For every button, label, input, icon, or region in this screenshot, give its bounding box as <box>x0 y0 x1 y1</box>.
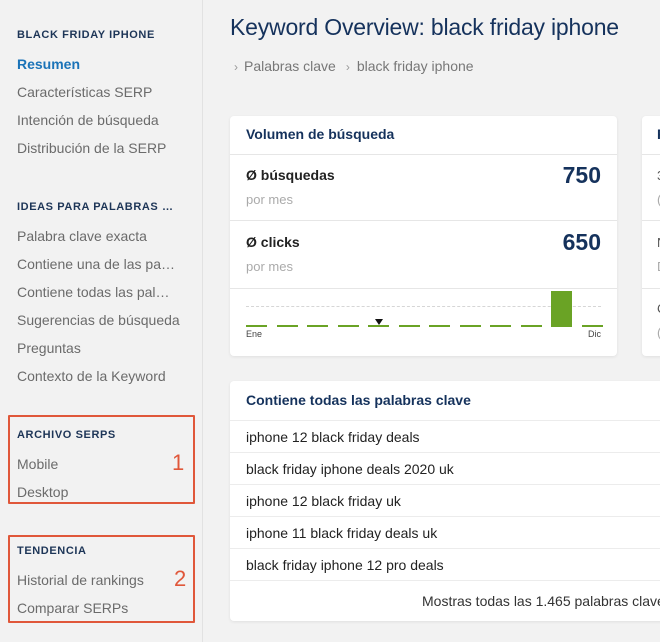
chart-bar-abr <box>337 325 359 327</box>
section-title-archivo-serps: ARCHIVO SERPS <box>17 429 116 441</box>
searches-sub: por mes <box>246 192 293 207</box>
sidebar-item-contiene-una[interactable]: Contiene una de las palabras clave <box>17 256 177 272</box>
axis-label-end: Dic <box>588 329 601 339</box>
show-all-keywords-link[interactable]: Mostras todas las 1.465 palabras clave <box>422 593 660 609</box>
divider <box>230 516 660 517</box>
sidebar-item-sugerencias[interactable]: Sugerencias de búsqueda <box>17 312 180 328</box>
keyword-row-link[interactable]: iphone 12 black friday deals <box>246 429 420 445</box>
annotation-2: 2 <box>174 566 187 591</box>
chart-bar-mar <box>307 325 328 327</box>
sidebar-item-comparar-serps[interactable]: Comparar SERPs <box>17 600 128 616</box>
chart-bar-ago <box>459 325 481 327</box>
partial-right-card: F 3 ( N D C ( <box>642 116 660 356</box>
chart-bar-may <box>368 325 389 327</box>
chart-bar-oct <box>520 325 542 327</box>
divider <box>230 548 660 549</box>
page-title: Keyword Overview: black friday iphone <box>230 14 619 40</box>
chevron-right-icon: › <box>345 60 350 74</box>
sidebar-item-contiene-todas[interactable]: Contiene todas las palabras clave <box>17 284 177 300</box>
chart-gridline <box>246 306 601 307</box>
searches-value: 750 <box>562 162 601 188</box>
keyword-row-link[interactable]: black friday iphone deals 2020 uk <box>246 461 454 477</box>
clicks-sub: por mes <box>246 259 293 274</box>
chart-bar-ene <box>246 325 267 327</box>
breadcrumb-item-keyword: black friday iphone <box>356 58 474 74</box>
chart-marker-icon <box>374 319 383 325</box>
breadcrumb-item-palabras-clave[interactable]: Palabras clave <box>244 58 336 74</box>
clicks-label: Ø clicks <box>246 234 300 250</box>
divider <box>642 154 660 155</box>
keyword-row-link[interactable]: black friday iphone 12 pro deals <box>246 557 444 573</box>
sidebar-item-resumen[interactable]: Resumen <box>17 56 80 72</box>
divider <box>642 220 660 221</box>
clicks-value: 650 <box>562 229 601 255</box>
search-volume-card: Volumen de búsqueda Ø búsquedas por mes … <box>230 116 617 356</box>
sidebar-item-contexto[interactable]: Contexto de la Keyword <box>17 368 166 384</box>
sidebar-item-distribucion-serp[interactable]: Distribución de la SERP <box>17 140 166 156</box>
chart-bar-nov <box>551 291 572 327</box>
sidebar-item-mobile[interactable]: Mobile <box>17 456 58 472</box>
divider <box>230 452 660 453</box>
chart-bar-dic <box>581 325 603 327</box>
sidebar-item-intencion-busqueda[interactable]: Intención de búsqueda <box>17 112 159 128</box>
chart-bar-jun <box>398 325 420 327</box>
sidebar-item-historial-rankings[interactable]: Historial de rankings <box>17 572 144 588</box>
sidebar-item-preguntas[interactable]: Preguntas <box>17 340 81 356</box>
divider <box>230 484 660 485</box>
divider <box>230 288 617 289</box>
sidebar: BLACK FRIDAY IPHONE Resumen Característi… <box>0 0 203 642</box>
main-content: Keyword Overview: black friday iphone › P… <box>203 0 660 642</box>
searches-label: Ø búsquedas <box>246 167 335 183</box>
keyword-row-link[interactable]: iphone 11 black friday deals uk <box>246 525 437 541</box>
section-title-keyword: BLACK FRIDAY IPHONE <box>17 29 155 41</box>
keyword-row-link[interactable]: iphone 12 black friday uk <box>246 493 401 509</box>
sidebar-item-palabra-exacta[interactable]: Palabra clave exacta <box>17 228 147 244</box>
divider <box>230 154 617 155</box>
breadcrumb: › Palabras clave › black friday iphone <box>234 58 474 74</box>
section-title-ideas: IDEAS PARA PALABRAS CLAVE <box>17 201 177 213</box>
annotation-1: 1 <box>172 450 185 475</box>
section-title-tendencia: TENDENCIA <box>17 545 87 557</box>
divider <box>642 288 660 289</box>
card-title-volumen: Volumen de búsqueda <box>246 126 395 142</box>
divider <box>230 580 660 581</box>
chevron-right-icon: › <box>234 60 238 74</box>
chart-bar-jul <box>429 325 450 327</box>
axis-label-start: Ene <box>246 329 263 339</box>
divider <box>230 220 617 221</box>
chart-bar-feb <box>276 325 298 327</box>
sidebar-item-desktop[interactable]: Desktop <box>17 484 68 500</box>
sidebar-item-caracteristicas-serp[interactable]: Características SERP <box>17 84 152 100</box>
divider <box>230 420 660 421</box>
card-title-contiene-todas: Contiene todas las palabras clave <box>246 392 471 408</box>
chart-bar-sep <box>490 325 511 327</box>
keywords-card: Contiene todas las palabras clave iphone… <box>230 381 660 621</box>
